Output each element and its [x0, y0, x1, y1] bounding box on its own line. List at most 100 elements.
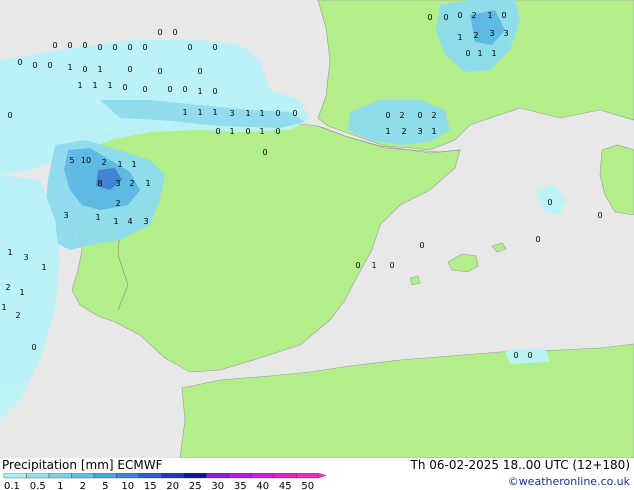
station-value: 0: [31, 343, 36, 352]
station-value: 1: [131, 160, 136, 169]
station-value: 0: [187, 43, 192, 52]
station-value: 2: [5, 283, 10, 292]
station-value: 0: [82, 41, 87, 50]
station-value: 1: [67, 63, 72, 72]
station-value: 8: [97, 179, 102, 188]
scale-swatch: [48, 473, 72, 479]
station-value: 0: [275, 109, 280, 118]
station-value: 2: [115, 199, 120, 208]
station-value: 0: [157, 28, 162, 37]
station-value: 0: [501, 11, 506, 20]
station-value: 1: [1, 303, 6, 312]
scale-swatch: [116, 473, 140, 479]
station-value: 0: [292, 109, 297, 118]
station-value: 0: [47, 61, 52, 70]
station-value: 0: [443, 13, 448, 22]
station-value: 2: [15, 311, 20, 320]
station-value: 1: [259, 127, 264, 136]
scale-arrow: [319, 473, 327, 478]
station-value: 2: [471, 11, 476, 20]
station-value: 0: [547, 198, 552, 207]
station-value: 0: [172, 28, 177, 37]
legend-variable: Precipitation [mm]: [2, 458, 114, 472]
scale-label: 0.1: [4, 481, 20, 490]
station-value: 0: [197, 67, 202, 76]
station-value: 2: [431, 111, 436, 120]
station-value: 1: [145, 179, 150, 188]
station-value: 0: [419, 241, 424, 250]
scale-swatch: [138, 473, 162, 479]
station-value: 0: [597, 211, 602, 220]
scale-swatch: [26, 473, 50, 479]
station-value: 1: [113, 217, 118, 226]
scale-label: 1: [57, 481, 63, 490]
station-value: 0: [355, 261, 360, 270]
station-value: 0: [513, 351, 518, 360]
station-value: 0: [32, 61, 37, 70]
station-value: 0: [389, 261, 394, 270]
station-value: 5: [69, 156, 74, 165]
legend-model: ECMWF: [117, 458, 163, 472]
station-value: 3: [503, 29, 508, 38]
scale-label: 15: [144, 481, 157, 490]
station-value: 0: [112, 43, 117, 52]
scale-swatch: [228, 473, 252, 479]
station-value: 0: [7, 111, 12, 120]
station-value: 4: [127, 217, 132, 226]
station-value: 0: [127, 65, 132, 74]
station-value: 0: [245, 127, 250, 136]
station-value: 3: [489, 29, 494, 38]
station-value: 0: [127, 43, 132, 52]
station-value: 1: [117, 160, 122, 169]
scale-label: 45: [279, 481, 292, 490]
station-value: 1: [212, 108, 217, 117]
station-value: 1: [197, 108, 202, 117]
station-value: 0: [417, 111, 422, 120]
station-value: 3: [143, 217, 148, 226]
scale-label: 2: [80, 481, 86, 490]
station-value: 0: [535, 235, 540, 244]
station-value: 0: [182, 85, 187, 94]
scale-label: 30: [211, 481, 224, 490]
precipitation-map: 0 0 0 0 0 0 00 00 0 000101000 111000010 11131100…: [0, 0, 634, 458]
station-value: 0: [142, 43, 147, 52]
station-value: 1: [107, 81, 112, 90]
scale-label: 25: [189, 481, 202, 490]
station-value: 0: [215, 127, 220, 136]
credit-text: ©weatheronline.co.uk: [507, 475, 630, 488]
scale-swatch: [251, 473, 275, 479]
forecast-datetime: Th 06-02-2025 18..00 UTC (12+180): [410, 458, 630, 472]
station-value: 0: [82, 65, 87, 74]
station-value: 0: [275, 127, 280, 136]
scale-label: 10: [121, 481, 134, 490]
station-value: 10: [81, 156, 91, 165]
scale-label: 20: [166, 481, 179, 490]
station-value: 0: [212, 43, 217, 52]
station-value: 2: [101, 158, 106, 167]
station-value: 0: [465, 49, 470, 58]
station-value: 3: [63, 211, 68, 220]
station-value: 1: [245, 109, 250, 118]
legend-bar: Precipitation [mm] ECMWF Th 06-02-2025 1…: [0, 458, 634, 490]
scale-swatch: [206, 473, 230, 479]
station-value: 0: [457, 11, 462, 20]
station-value: 0: [167, 85, 172, 94]
station-value: 0: [122, 83, 127, 92]
station-value: 1: [457, 33, 462, 42]
station-value: 0: [212, 87, 217, 96]
station-value: 0: [67, 41, 72, 50]
scale-label: 40: [256, 481, 269, 490]
scale-swatch: [71, 473, 95, 479]
station-value: 0: [385, 111, 390, 120]
color-scale: 0.1 0.5 1 2 5 10 15 20 25 30 35 40 45 50: [3, 473, 327, 490]
station-value: 2: [473, 31, 478, 40]
station-value: 2: [401, 127, 406, 136]
scale-swatch: [273, 473, 297, 479]
station-value: 0: [262, 148, 267, 157]
station-value: 3: [229, 109, 234, 118]
station-value: 0: [17, 58, 22, 67]
station-value: 0: [97, 43, 102, 52]
land-ibiza: [409, 275, 421, 286]
station-value: 1: [229, 127, 234, 136]
station-value: 1: [182, 108, 187, 117]
